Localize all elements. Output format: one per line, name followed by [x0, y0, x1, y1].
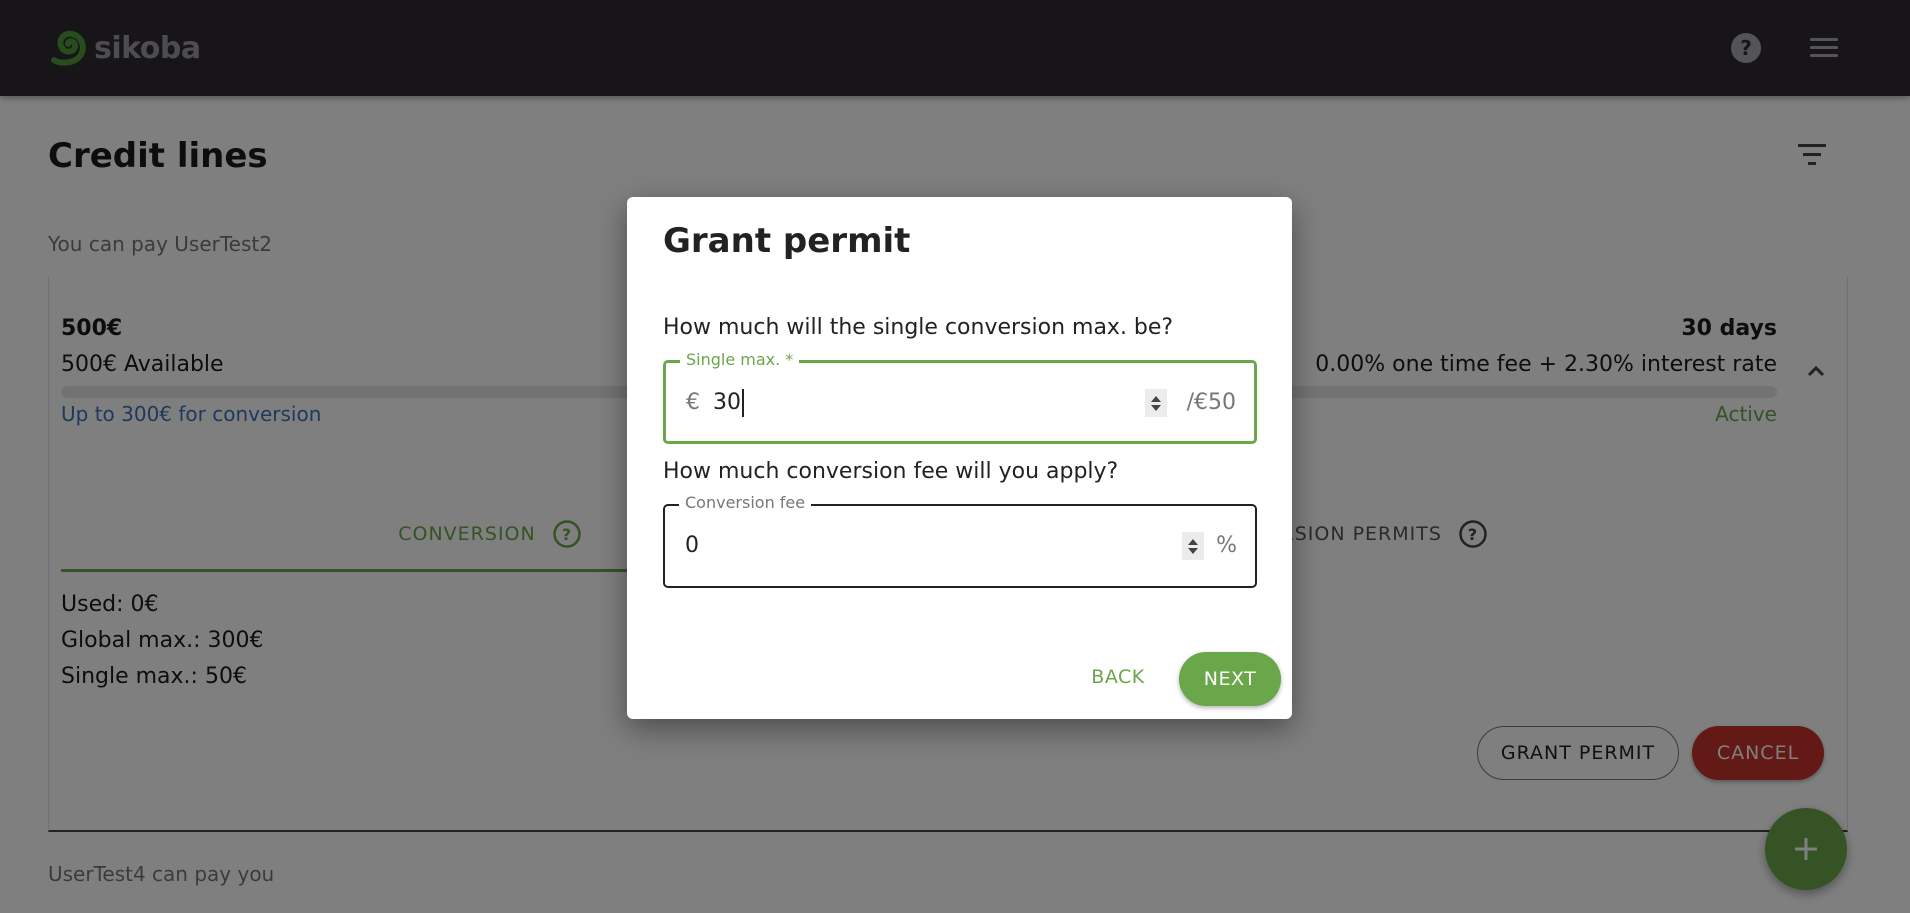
text-caret: [742, 389, 744, 417]
stepper-down-icon[interactable]: [1188, 547, 1198, 554]
single-max-input[interactable]: [713, 383, 1133, 421]
single-max-field[interactable]: Single max. * € /€50: [663, 350, 1257, 444]
conversion-fee-label: Conversion fee: [679, 493, 812, 512]
dialog-title: Grant permit: [663, 221, 911, 261]
stepper-up-icon[interactable]: [1188, 538, 1198, 545]
conversion-fee-field[interactable]: Conversion fee %: [663, 493, 1257, 588]
next-button[interactable]: NEXT: [1179, 652, 1281, 706]
single-max-question: How much will the single conversion max.…: [663, 315, 1174, 340]
fee-question: How much conversion fee will you apply?: [663, 459, 1119, 484]
single-max-stepper[interactable]: [1145, 389, 1167, 417]
back-button[interactable]: BACK: [1077, 655, 1159, 699]
conversion-fee-stepper[interactable]: [1182, 532, 1204, 560]
euro-prefix: €: [686, 390, 700, 415]
single-max-limit: /€50: [1186, 390, 1236, 415]
percent-suffix: %: [1216, 533, 1237, 558]
stepper-up-icon[interactable]: [1151, 395, 1161, 402]
grant-permit-dialog: Grant permit How much will the single co…: [627, 197, 1292, 719]
conversion-fee-input[interactable]: [685, 526, 1165, 564]
stepper-down-icon[interactable]: [1151, 404, 1161, 411]
single-max-label: Single max. *: [680, 350, 800, 369]
